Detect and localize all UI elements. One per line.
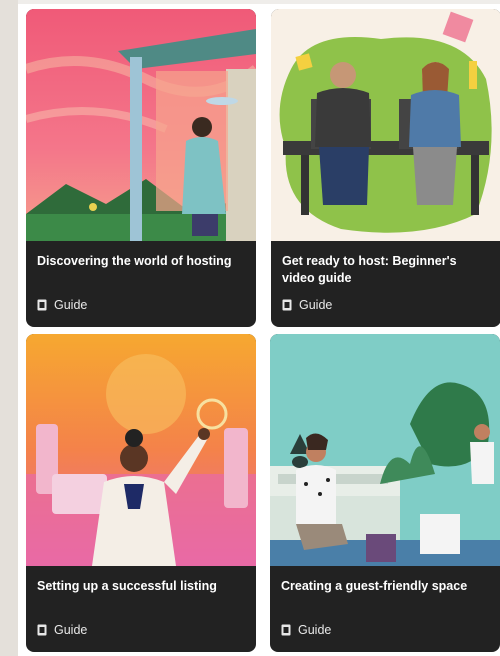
page-top-edge [18, 0, 500, 4]
guide-tag: Guide [37, 623, 87, 637]
guide-card-space[interactable]: Creating a guest-friendly space Guide [270, 334, 500, 652]
hosts-photo [271, 9, 500, 241]
guide-card-video[interactable]: Get ready to host: Beginner's video guid… [271, 9, 500, 327]
book-icon [37, 624, 47, 636]
guide-tag: Guide [282, 298, 332, 312]
guide-tag: Guide [37, 298, 87, 312]
book-icon [281, 624, 291, 636]
book-icon [282, 299, 292, 311]
guide-card-hosting[interactable]: Discovering the world of hosting Guide [26, 9, 256, 327]
card-title: Discovering the world of hosting [37, 254, 232, 268]
guide-label: Guide [54, 298, 88, 312]
listing-illustration [26, 334, 256, 566]
guide-card-listing[interactable]: Setting up a successful listing Guide [26, 334, 256, 652]
guide-label: Guide [298, 623, 332, 637]
guide-label: Guide [54, 623, 88, 637]
card-title: Creating a guest-friendly space [281, 579, 468, 593]
space-illustration [270, 334, 500, 566]
book-icon [37, 299, 47, 311]
hosting-illustration [26, 9, 256, 241]
page-edge [0, 0, 18, 656]
guide-label: Guide [299, 298, 333, 312]
card-title: Get ready to host: Beginner's video guid… [282, 254, 457, 285]
card-title: Setting up a successful listing [37, 579, 217, 593]
guide-tag: Guide [281, 623, 331, 637]
